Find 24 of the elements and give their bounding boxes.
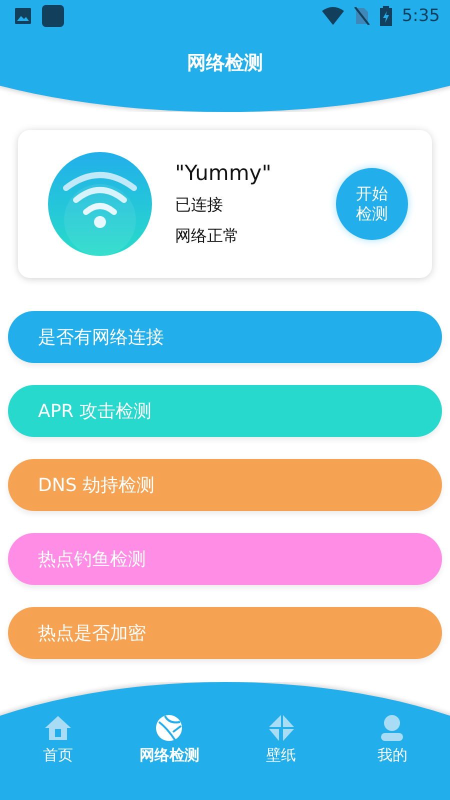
network-name: "Yummy" — [175, 161, 272, 185]
no-sim-icon — [354, 7, 370, 25]
status-time: 5:35 — [402, 6, 440, 26]
start-check-button[interactable]: 开始检测 — [336, 168, 408, 240]
nav-tab[interactable]: 我的 — [336, 714, 448, 765]
image-icon — [14, 7, 32, 25]
diamond-icon — [266, 714, 295, 742]
check-button[interactable]: 热点钓鱼检测 — [8, 533, 442, 585]
battery-icon — [380, 6, 392, 26]
check-button[interactable]: DNS 劫持检测 — [8, 459, 442, 511]
wifi-icon — [322, 7, 344, 25]
nav-tab[interactable]: 首页 — [2, 714, 114, 765]
check-button[interactable]: 是否有网络连接 — [8, 311, 442, 363]
check-button[interactable]: APR 攻击检测 — [8, 385, 442, 437]
nav-tab[interactable]: 网络检测 — [114, 714, 225, 765]
app-icon — [42, 5, 64, 27]
globe-icon — [155, 714, 184, 742]
home-icon — [44, 714, 72, 742]
check-button[interactable]: 热点是否加密 — [8, 607, 442, 659]
nav-tab[interactable]: 壁纸 — [225, 714, 336, 765]
wifi-icon — [48, 152, 152, 256]
network-status: 网络正常 — [175, 226, 240, 247]
page-title: 网络检测 — [186, 51, 264, 76]
connection-status: 已连接 — [175, 195, 224, 216]
